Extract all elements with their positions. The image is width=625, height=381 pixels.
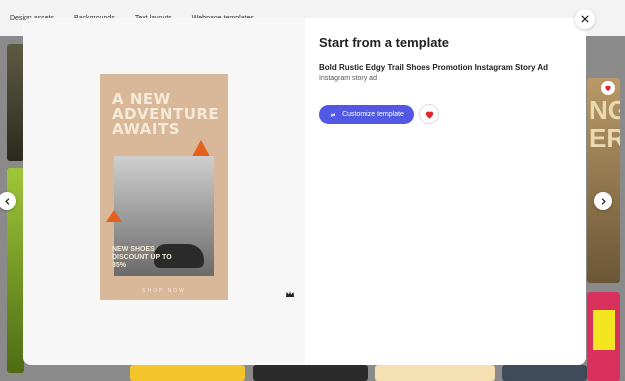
favorite-button[interactable]	[419, 104, 439, 124]
template-name: Bold Rustic Edgy Trail Shoes Promotion I…	[319, 63, 549, 72]
template-preview-pane: A NEW ADVENTURE AWAITS NEW SHOES DISCOUN…	[23, 18, 305, 365]
heart-icon	[425, 111, 433, 119]
poster-triangle	[106, 210, 122, 222]
poster-promo-text: NEW SHOES DISCOUNT UP TO 35%	[112, 246, 172, 269]
template-modal: A NEW ADVENTURE AWAITS NEW SHOES DISCOUN…	[23, 18, 586, 365]
gallery-card[interactable]	[253, 365, 368, 381]
template-info-pane: Start from a template Bold Rustic Edgy T…	[305, 18, 586, 365]
gallery-card[interactable]	[375, 365, 495, 381]
gallery-card[interactable]	[587, 292, 620, 381]
gallery-card[interactable]: NG ER	[587, 78, 620, 283]
crown-icon	[286, 291, 294, 297]
modal-title: Start from a template	[319, 35, 450, 50]
link-icon	[330, 112, 336, 117]
template-type: Instagram story ad	[319, 75, 377, 82]
gallery-card[interactable]	[7, 44, 24, 161]
gallery-card[interactable]	[130, 365, 245, 381]
poster-footer-text: SHOP NOW	[142, 288, 186, 294]
gallery-card-graphic	[593, 310, 615, 350]
chevron-left-icon	[4, 197, 9, 205]
poster-headline: A NEW ADVENTURE AWAITS	[112, 90, 220, 138]
customize-template-label: Customize template	[342, 111, 404, 118]
chevron-right-icon	[601, 197, 606, 205]
customize-template-button[interactable]: Customize template	[319, 105, 414, 124]
close-button[interactable]	[575, 9, 595, 29]
close-icon	[581, 15, 589, 23]
next-template-button[interactable]	[594, 192, 612, 210]
heart-icon[interactable]	[601, 81, 615, 95]
gallery-card-text: NG ER	[589, 95, 620, 153]
template-preview: A NEW ADVENTURE AWAITS NEW SHOES DISCOUN…	[100, 74, 228, 300]
gallery-card[interactable]	[502, 365, 587, 381]
